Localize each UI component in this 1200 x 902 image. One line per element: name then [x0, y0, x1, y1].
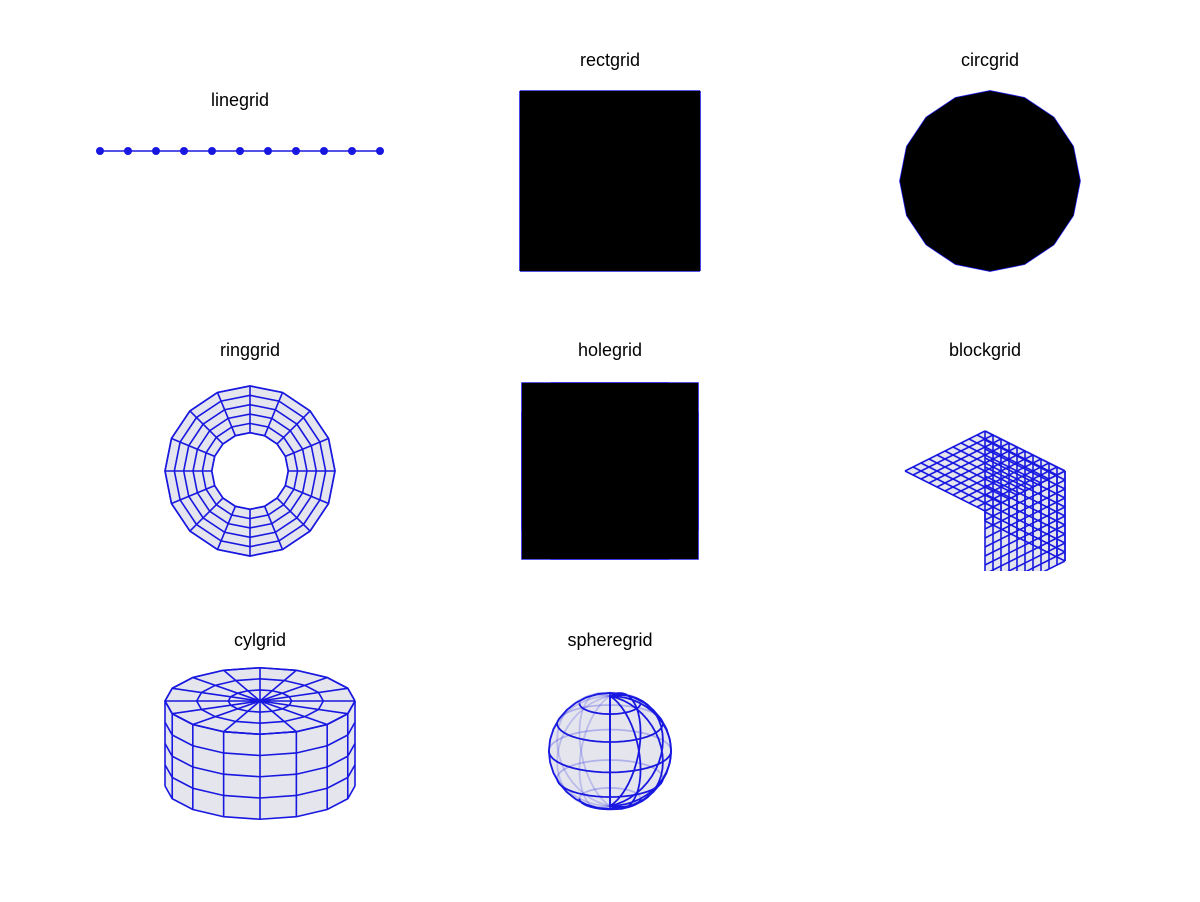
- label-cylgrid: cylgrid: [140, 630, 380, 651]
- label-circgrid: circgrid: [880, 50, 1100, 71]
- fig-linegrid: [80, 121, 400, 181]
- fig-spheregrid: [510, 661, 710, 841]
- label-linegrid: linegrid: [80, 90, 400, 111]
- label-holegrid: holegrid: [500, 340, 720, 361]
- fig-cylgrid: [140, 661, 380, 861]
- cell-holegrid: holegrid: [500, 340, 720, 571]
- cell-linegrid: linegrid: [80, 90, 400, 181]
- cell-ringgrid: ringgrid: [140, 340, 360, 571]
- grid-gallery: linegrid rectgrid circgrid ring: [0, 0, 1200, 902]
- fig-holegrid: [500, 371, 720, 571]
- fig-ringgrid: [140, 371, 360, 571]
- cell-blockgrid: blockgrid: [870, 340, 1100, 571]
- label-ringgrid: ringgrid: [140, 340, 360, 361]
- cell-rectgrid: rectgrid: [500, 50, 720, 281]
- label-blockgrid: blockgrid: [870, 340, 1100, 361]
- label-rectgrid: rectgrid: [500, 50, 720, 71]
- fig-rectgrid: [500, 81, 720, 281]
- fig-circgrid: [880, 81, 1100, 281]
- cell-spheregrid: spheregrid: [510, 630, 710, 841]
- fig-blockgrid: [870, 371, 1100, 571]
- label-spheregrid: spheregrid: [510, 630, 710, 651]
- cell-cylgrid: cylgrid: [140, 630, 380, 861]
- cell-circgrid: circgrid: [880, 50, 1100, 281]
